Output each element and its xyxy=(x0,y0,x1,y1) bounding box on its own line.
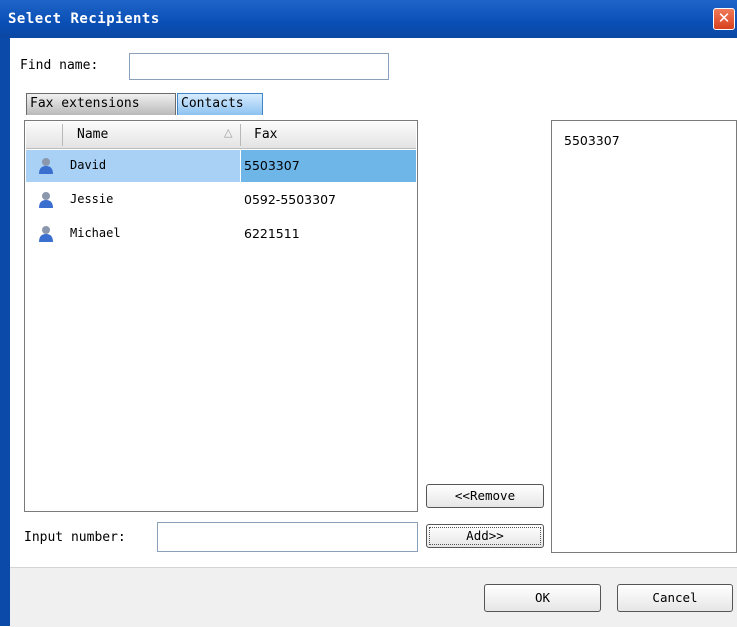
tab-contacts[interactable]: Contacts xyxy=(177,93,263,115)
contact-fax: 6221511 xyxy=(244,226,300,241)
window-frame xyxy=(0,38,10,626)
tab-fax-extensions-label: Fax extensions xyxy=(30,96,140,111)
contact-fax: 5503307 xyxy=(244,158,300,173)
column-header-fax[interactable]: Fax xyxy=(254,127,277,142)
contacts-list[interactable]: Name △ Fax David 5503307 Jessie 0592-550… xyxy=(24,120,418,512)
contact-fax: 0592-5503307 xyxy=(244,192,336,207)
find-name-label: Find name: xyxy=(20,58,99,73)
table-row[interactable]: Jessie 0592-5503307 xyxy=(26,184,416,216)
row-highlight xyxy=(26,150,240,182)
contact-name: Jessie xyxy=(70,192,114,206)
title-bar: Select Recipients ✕ xyxy=(0,0,737,38)
table-row[interactable]: Michael 6221511 xyxy=(26,218,416,250)
contact-name: Michael xyxy=(70,226,121,240)
contact-person-icon xyxy=(39,158,53,174)
table-row[interactable]: David 5503307 xyxy=(26,150,416,182)
contact-person-icon xyxy=(39,192,53,208)
ok-button[interactable]: OK xyxy=(484,584,601,612)
cancel-button[interactable]: Cancel xyxy=(617,584,733,612)
contact-person-icon xyxy=(39,226,53,242)
add-button[interactable]: Add>> xyxy=(426,524,544,548)
contact-name: David xyxy=(70,158,107,172)
tab-contacts-label: Contacts xyxy=(181,96,244,111)
input-number-label: Input number: xyxy=(24,530,126,545)
close-button[interactable]: ✕ xyxy=(713,8,735,30)
recipients-list[interactable]: 5503307 xyxy=(551,120,737,553)
column-separator[interactable] xyxy=(62,124,63,146)
list-header: Name △ Fax xyxy=(26,122,416,149)
input-number-field[interactable] xyxy=(157,522,418,552)
remove-button[interactable]: <<Remove xyxy=(426,484,544,508)
sort-up-icon: △ xyxy=(224,126,233,139)
find-name-input[interactable] xyxy=(129,53,389,80)
close-icon: ✕ xyxy=(717,9,731,27)
column-header-name[interactable]: Name xyxy=(77,127,108,142)
recipient-item[interactable]: 5503307 xyxy=(564,133,620,148)
add-button-label: Add>> xyxy=(429,527,541,545)
column-separator[interactable] xyxy=(240,124,241,146)
window-title: Select Recipients xyxy=(8,11,160,27)
tab-fax-extensions[interactable]: Fax extensions xyxy=(26,93,176,115)
